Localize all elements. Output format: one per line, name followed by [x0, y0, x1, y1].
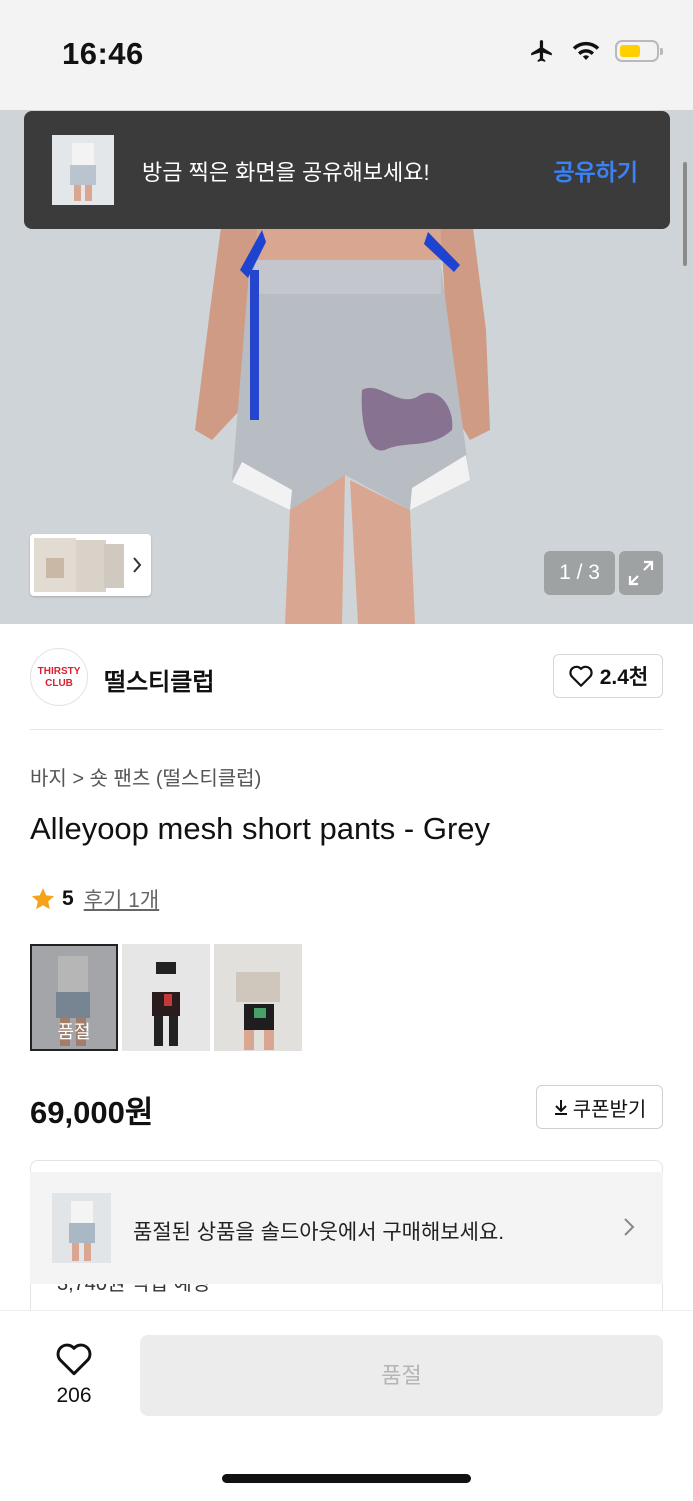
- review-link[interactable]: 후기 1개: [84, 884, 159, 914]
- share-toast-message: 방금 찍은 화면을 공유해보세요!: [142, 160, 430, 185]
- bottom-action-bar: 206 품절: [0, 1310, 693, 1501]
- product-title: Alleyoop mesh short pants - Grey: [30, 811, 491, 846]
- thumbnail-strip-button[interactable]: [30, 534, 151, 596]
- coupon-button[interactable]: 쿠폰받기: [536, 1085, 663, 1129]
- coupon-button-label: 쿠폰받기: [572, 1098, 647, 1121]
- wifi-icon: [572, 41, 600, 60]
- rating-row: 5 후기 1개: [30, 884, 159, 914]
- share-toast: 방금 찍은 화면을 공유해보세요! 공유하기: [24, 111, 670, 229]
- thumbnail-images: [34, 538, 142, 592]
- brand-row: THIRSTY CLUB 떨스티클럽 2.4천: [0, 624, 693, 730]
- breadcrumb[interactable]: 바지 > 숏 팬츠 (떨스티클럽): [30, 762, 261, 791]
- star-icon: [31, 888, 55, 910]
- wishlist-count: 206: [56, 1384, 92, 1407]
- soldout-banner-thumbnail: [52, 1193, 111, 1263]
- brand-name[interactable]: 떨스티클럽: [104, 662, 214, 697]
- brand-logo-text-2: CLUB: [45, 678, 73, 689]
- status-time: 16:46: [62, 36, 144, 71]
- expand-image-button[interactable]: [619, 551, 663, 595]
- screenshot-thumbnail: [52, 135, 114, 205]
- variant-option-black-red[interactable]: [122, 944, 210, 1051]
- soldout-banner-text: 품절된 상품을 솔드아웃에서 구매해보세요.: [133, 1221, 505, 1244]
- variant-option-black-green[interactable]: [214, 944, 302, 1051]
- rating-score: 5: [62, 887, 74, 910]
- divider: [30, 729, 663, 730]
- heart-icon: [569, 665, 593, 687]
- variant-soldout-label: 품절: [57, 1022, 91, 1042]
- scroll-indicator[interactable]: [683, 162, 687, 266]
- home-indicator[interactable]: [222, 1474, 471, 1483]
- chevron-right-icon: [624, 1218, 635, 1236]
- airplane-icon: [531, 40, 552, 62]
- expand-icon: [628, 560, 654, 586]
- soldout-banner[interactable]: 품절된 상품을 솔드아웃에서 구매해보세요.: [30, 1172, 663, 1284]
- brand-logo[interactable]: THIRSTY CLUB: [30, 648, 88, 706]
- status-icons: [527, 38, 663, 64]
- variant-option-grey[interactable]: 품절: [30, 944, 118, 1051]
- heart-icon: [56, 1343, 92, 1376]
- brand-like-button[interactable]: 2.4천: [553, 654, 663, 698]
- battery-icon: [615, 40, 663, 62]
- share-button[interactable]: 공유하기: [553, 153, 638, 187]
- buy-button[interactable]: 품절: [140, 1335, 663, 1416]
- download-icon: [554, 1100, 567, 1115]
- chevron-right-icon: [133, 557, 142, 573]
- product-price: 69,000원: [30, 1095, 154, 1130]
- brand-like-count: 2.4천: [599, 666, 649, 689]
- status-bar: 16:46: [0, 0, 693, 110]
- brand-logo-text-1: THIRSTY: [37, 666, 81, 677]
- page-indicator: 1 / 3: [544, 551, 615, 595]
- variant-selector: 품절: [30, 944, 302, 1051]
- wishlist-button[interactable]: 206: [30, 1341, 118, 1408]
